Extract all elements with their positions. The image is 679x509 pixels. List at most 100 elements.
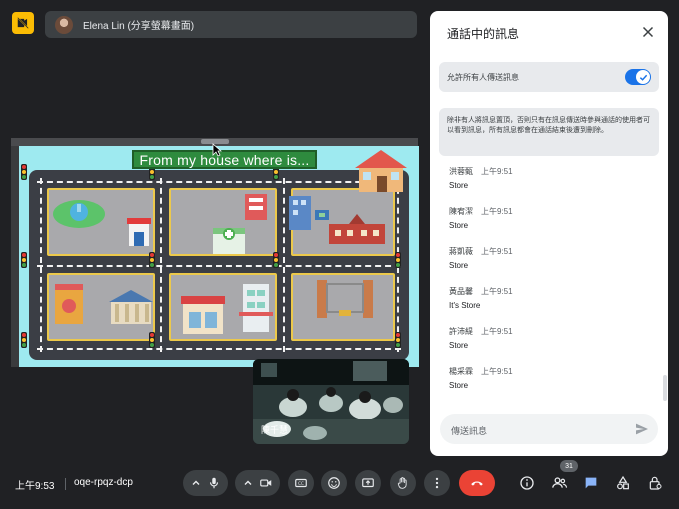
more-vert-icon xyxy=(435,477,439,489)
toy-store-building-icon xyxy=(55,284,83,324)
chat-panel-title: 通話中的訊息 xyxy=(447,27,520,41)
slide-content: From my house where is... xyxy=(19,146,419,367)
traffic-light-icon xyxy=(149,252,155,268)
toggle-knob xyxy=(636,70,650,84)
store-building-icon xyxy=(127,218,151,246)
shared-screen: From my house where is... xyxy=(11,138,419,367)
traffic-light-icon xyxy=(395,252,401,268)
hand-icon xyxy=(397,477,407,489)
self-view-tile[interactable]: 陳千慧 xyxy=(253,359,409,444)
bank-building-icon xyxy=(109,290,153,324)
bakery-building-icon xyxy=(181,296,225,334)
send-message-placeholder: 傳送訊息 xyxy=(451,426,488,436)
reactions-button[interactable] xyxy=(321,470,347,496)
house-icon xyxy=(355,150,407,192)
shapes-icon xyxy=(617,475,629,490)
slide-title: From my house where is... xyxy=(132,150,317,169)
emoji-icon xyxy=(328,477,340,489)
traffic-light-icon xyxy=(395,332,401,348)
lock-person-icon xyxy=(649,476,662,490)
people-icon xyxy=(551,477,567,488)
lane-marking xyxy=(40,178,42,352)
message-text: Store xyxy=(449,261,469,270)
send-message-input[interactable]: 傳送訊息 xyxy=(440,414,658,444)
lane-marking xyxy=(37,348,401,350)
divider xyxy=(65,478,66,490)
host-controls-button[interactable] xyxy=(645,473,665,493)
check-icon xyxy=(639,74,647,81)
list-item: 楊采霖 上午9:51 Store xyxy=(449,365,649,405)
traffic-light-icon xyxy=(21,332,27,348)
allow-messages-toggle[interactable] xyxy=(625,69,651,85)
participants-count-badge: 31 xyxy=(560,460,578,472)
allow-messages-label: 允許所有人傳送訊息 xyxy=(447,73,519,82)
close-icon xyxy=(642,26,654,38)
road-map xyxy=(21,150,409,360)
list-item: 洪蓉甄 上午9:51 Store xyxy=(449,165,649,205)
chat-icon xyxy=(585,477,597,489)
pharmacy-building-icon xyxy=(239,284,273,332)
list-item: 陳宥潔 上午9:51 Store xyxy=(449,205,649,245)
traffic-light-icon xyxy=(21,164,27,180)
message-time: 上午9:51 xyxy=(481,367,513,376)
people-button[interactable] xyxy=(549,473,569,493)
allow-messages-row: 允許所有人傳送訊息 xyxy=(439,62,659,92)
camera-off-indicator[interactable] xyxy=(12,12,34,34)
message-time: 上午9:51 xyxy=(481,247,513,256)
present-icon xyxy=(362,478,374,488)
list-item: 黃品馨 上午9:51 It's Store xyxy=(449,285,649,325)
captions-button[interactable]: CC xyxy=(288,470,314,496)
lane-marking xyxy=(37,181,401,183)
leave-call-button[interactable] xyxy=(459,470,495,496)
message-sender: 楊采霖 xyxy=(449,367,473,376)
message-sender: 黃品馨 xyxy=(449,287,473,296)
lane-marking xyxy=(160,178,162,352)
message-text: It's Store xyxy=(449,301,481,310)
chevron-up-icon[interactable] xyxy=(191,478,201,488)
message-time: 上午9:51 xyxy=(481,167,513,176)
message-sender: 洪蓉甄 xyxy=(449,167,473,176)
chevron-up-icon[interactable] xyxy=(243,478,253,488)
activities-button[interactable] xyxy=(613,473,633,493)
raise-hand-button[interactable] xyxy=(390,470,416,496)
camera-control[interactable] xyxy=(235,470,280,496)
send-icon[interactable] xyxy=(634,421,650,437)
microphone-control[interactable] xyxy=(183,470,228,496)
video-camera-icon[interactable] xyxy=(259,476,273,490)
chat-scrollbar[interactable] xyxy=(663,375,667,401)
chat-panel: 通話中的訊息 允許所有人傳送訊息 除非有人將訊息置頂，否則只有在訊息傳送時參與通… xyxy=(430,11,668,456)
meeting-clock: 上午9:53 xyxy=(15,481,55,492)
chat-notice: 除非有人將訊息置頂，否則只有在訊息傳送時參與通話的使用者可以看到訊息，所有訊息都… xyxy=(439,108,659,156)
message-list: 洪蓉甄 上午9:51 Store 陳宥潔 上午9:51 Store 蔣凱薇 上午9:5… xyxy=(449,165,649,405)
meeting-details-button[interactable] xyxy=(517,473,537,493)
more-options-button[interactable] xyxy=(424,470,450,496)
restaurant-building-icon xyxy=(245,194,267,220)
message-text: Store xyxy=(449,181,469,190)
message-text: Store xyxy=(449,221,469,230)
call-end-icon xyxy=(471,481,483,486)
info-icon xyxy=(520,476,534,490)
presenter-pill[interactable]: Elena Lin (分享螢幕畫面) xyxy=(45,11,417,38)
lane-marking xyxy=(37,265,401,267)
message-text: Store xyxy=(449,381,469,390)
message-text: Store xyxy=(449,341,469,350)
close-chat-button[interactable] xyxy=(640,24,656,40)
gate-building-icon xyxy=(317,280,373,318)
chat-button[interactable] xyxy=(581,473,601,493)
self-view-name: 陳千慧 xyxy=(261,425,289,435)
presenter-avatar xyxy=(55,15,73,34)
message-time: 上午9:51 xyxy=(481,287,513,296)
message-time: 上午9:51 xyxy=(481,207,513,216)
svg-text:CC: CC xyxy=(298,481,304,486)
message-sender: 陳宥潔 xyxy=(449,207,473,216)
meeting-code: oqe-rpqz-dcp xyxy=(74,477,133,488)
message-time: 上午9:51 xyxy=(481,327,513,336)
list-item: 蔣凱薇 上午9:51 Store xyxy=(449,245,649,285)
hospital-building-icon xyxy=(213,228,245,254)
present-screen-button[interactable] xyxy=(355,470,381,496)
traffic-light-icon xyxy=(21,252,27,268)
traffic-light-icon xyxy=(273,252,279,268)
message-sender: 蔣凱薇 xyxy=(449,247,473,256)
microphone-icon[interactable] xyxy=(207,476,221,490)
presenter-name: Elena Lin (分享螢幕畫面) xyxy=(83,21,195,32)
